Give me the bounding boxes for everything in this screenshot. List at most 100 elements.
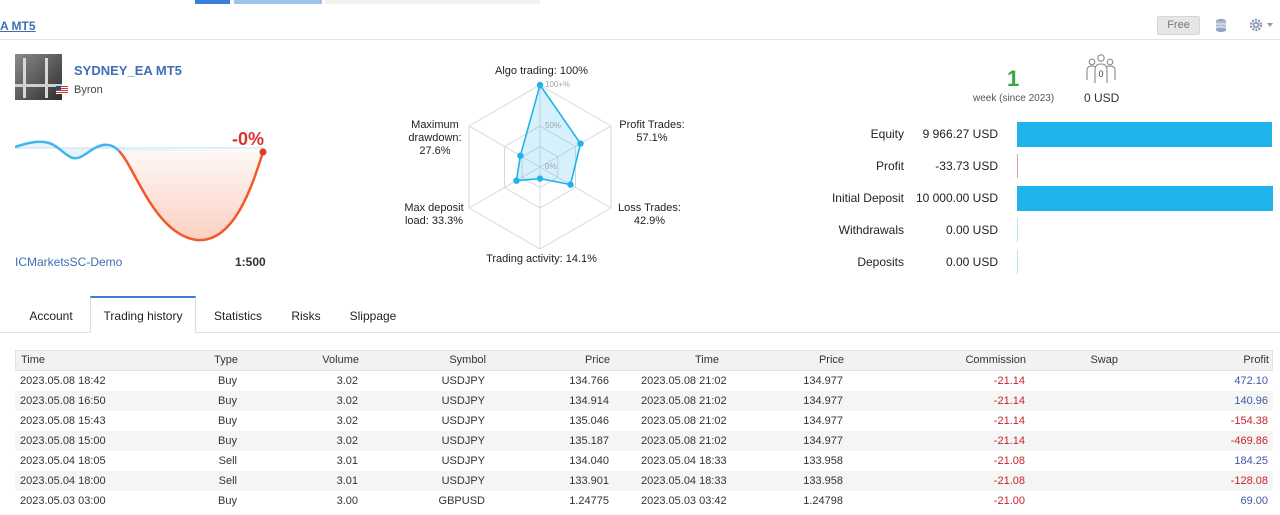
tab-risks[interactable]: Risks	[284, 296, 328, 333]
column-header-7[interactable]: Commission	[946, 351, 1026, 370]
database-icon[interactable]	[1215, 18, 1227, 33]
loss-trades-value: 42.9%	[633, 215, 666, 227]
table-cell-price: 1.24775	[569, 495, 609, 507]
radar-tick-0: 0%	[545, 162, 557, 171]
metric-bar-withdrawals	[1017, 218, 1018, 242]
column-header-5[interactable]: Time	[656, 351, 719, 370]
free-button[interactable]: Free	[1157, 16, 1200, 35]
table-cell-commission: -21.14	[993, 395, 1025, 407]
table-cell-price: 134.977	[803, 375, 843, 387]
table-cell-volume: 3.02	[336, 435, 358, 447]
column-header-3[interactable]: Symbol	[416, 351, 486, 370]
top-tab-indicator[interactable]	[195, 0, 230, 4]
breadcrumb-link[interactable]: A MT5	[0, 19, 36, 33]
column-header-8[interactable]: Swap	[1076, 351, 1118, 370]
table-row[interactable]: 2023.05.08 18:42 Buy 3.02 USDJPY 134.766 2023…	[15, 371, 1273, 391]
table-cell-commission: -21.00	[993, 495, 1025, 507]
gear-icon[interactable]	[1249, 18, 1263, 32]
table-cell-volume: 3.01	[336, 455, 358, 467]
table-row[interactable]: 2023.05.08 16:50 Buy 3.02 USDJPY 134.914 2023…	[15, 391, 1273, 411]
table-cell-type: Sell	[218, 475, 237, 487]
table-cell-symbol: USDJPY	[441, 415, 485, 427]
table-cell-volume: 3.01	[336, 475, 358, 487]
table-cell-profit: 69.00	[1240, 495, 1268, 507]
table-row[interactable]: 2023.05.08 15:43 Buy 3.02 USDJPY 135.046 2023…	[15, 411, 1273, 431]
negative-area	[119, 151, 263, 241]
column-header-1[interactable]: Type	[176, 351, 238, 370]
table-cell-profit: -154.38	[1230, 415, 1268, 427]
tab-trading-history[interactable]: Trading history	[90, 296, 196, 333]
profit-trades-label: Profit Trades:	[619, 119, 685, 131]
table-cell-price: 134.766	[569, 375, 609, 387]
table-row[interactable]: 2023.05.08 15:00 Buy 3.02 USDJPY 135.187 2023…	[15, 431, 1273, 451]
metric-bar-profit	[1017, 154, 1018, 178]
table-cell-price: 134.914	[569, 395, 609, 407]
radar-tick-50: 50%	[545, 121, 562, 130]
tab-slippage[interactable]: Slippage	[342, 296, 404, 333]
metric-label-deposits: Deposits	[857, 255, 904, 269]
table-cell-time: 2023.05.08 21:02	[641, 395, 727, 407]
chevron-down-icon[interactable]	[1267, 23, 1273, 27]
table-cell-profit: 184.25	[1234, 455, 1268, 467]
table-cell-price: 1.24798	[803, 495, 843, 507]
metric-label-equity: Equity	[870, 127, 904, 141]
metric-label-initial-deposit: Initial Deposit	[831, 191, 904, 205]
radar-point-trading_activity	[536, 175, 544, 182]
radar-tick-100: 100+%	[545, 80, 571, 89]
table-cell-time: 2023.05.08 21:02	[641, 435, 727, 447]
radar-label-max-deposit: Max deposit load: 33.3%	[396, 202, 472, 228]
tab-account[interactable]: Account	[15, 296, 87, 333]
column-header-9[interactable]: Profit	[1196, 351, 1269, 370]
table-cell-price: 133.958	[803, 475, 843, 487]
subscribers-count: 0	[1098, 69, 1103, 79]
signal-name-link[interactable]: SYDNEY_EA MT5	[74, 63, 182, 78]
table-row[interactable]: 2023.05.03 03:00 Buy 3.00 GBPUSD 1.24775 2023…	[15, 491, 1273, 511]
table-cell-price: 135.046	[569, 415, 609, 427]
table-cell-commission: -21.14	[993, 435, 1025, 447]
table-cell-time: 2023.05.08 15:00	[20, 435, 106, 447]
table-cell-time: 2023.05.04 18:33	[641, 455, 727, 467]
table-row[interactable]: 2023.05.04 18:05 Sell 3.01 USDJPY 134.040 202…	[15, 451, 1273, 471]
table-cell-volume: 3.02	[336, 395, 358, 407]
tab-statistics[interactable]: Statistics	[204, 296, 272, 333]
column-header-4[interactable]: Price	[536, 351, 610, 370]
table-cell-price: 134.977	[803, 395, 843, 407]
subscribers-icon[interactable]: 0	[1084, 53, 1118, 85]
table-cell-time: 2023.05.03 03:42	[641, 495, 727, 507]
us-flag-icon	[56, 86, 68, 94]
radar-point-max_deposit_load	[513, 177, 520, 184]
radar-chart	[468, 81, 612, 250]
metric-bar-initial-deposit	[1017, 186, 1273, 211]
growth-sparkline	[15, 140, 267, 242]
current-point	[259, 148, 267, 156]
column-header-2[interactable]: Volume	[296, 351, 359, 370]
table-cell-time: 2023.05.08 18:42	[20, 375, 106, 387]
table-row[interactable]: 2023.05.04 18:00 Sell 3.01 USDJPY 133.901 202…	[15, 471, 1273, 491]
table-cell-price: 133.901	[569, 475, 609, 487]
author-name: Byron	[74, 84, 103, 96]
table-cell-symbol: USDJPY	[441, 395, 485, 407]
top-strip	[0, 0, 1280, 5]
table-cell-type: Buy	[218, 495, 237, 507]
broker-link[interactable]: ICMarketsSC-Demo	[15, 255, 122, 269]
table-cell-profit: -469.86	[1230, 435, 1268, 447]
table-cell-time: 2023.05.03 03:00	[20, 495, 106, 507]
column-header-0[interactable]: Time	[21, 351, 45, 370]
metric-bar-deposits	[1017, 250, 1018, 274]
table-cell-commission: -21.14	[993, 375, 1025, 387]
table-cell-price: 134.977	[803, 415, 843, 427]
table-cell-price: 134.040	[569, 455, 609, 467]
metric-value-deposits: 0.00 USD	[945, 255, 998, 269]
column-header-6[interactable]: Price	[766, 351, 844, 370]
max-drawdown-label-2: drawdown:	[408, 132, 462, 144]
table-cell-time: 2023.05.04 18:00	[20, 475, 106, 487]
table-cell-profit: 472.10	[1234, 375, 1268, 387]
radar-label-loss-trades: Loss Trades: 42.9%	[612, 202, 687, 228]
radar-label-max-drawdown: Maximum drawdown: 27.6%	[400, 119, 470, 158]
top-tab-indicator-secondary[interactable]	[234, 0, 322, 4]
radar-point-profit_trades	[577, 140, 584, 147]
table-cell-commission: -21.08	[993, 475, 1025, 487]
max-drawdown-label-1: Maximum	[411, 119, 459, 131]
table-cell-price: 133.958	[803, 455, 843, 467]
table-cell-type: Buy	[218, 375, 237, 387]
